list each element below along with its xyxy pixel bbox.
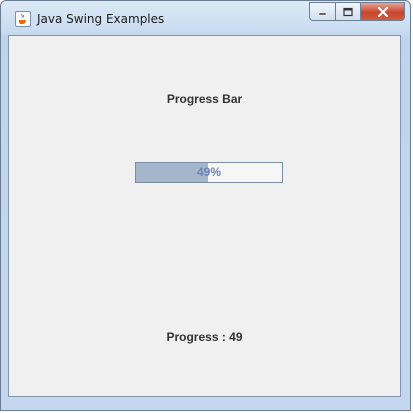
window-controls bbox=[309, 2, 405, 22]
window-title: Java Swing Examples bbox=[37, 12, 165, 26]
progress-text: 49% bbox=[196, 165, 222, 179]
content-pane: Progress Bar 49% Progress : 49 bbox=[8, 35, 401, 397]
close-button[interactable] bbox=[361, 2, 405, 21]
close-icon bbox=[377, 6, 388, 17]
status-label: Progress : 49 bbox=[166, 330, 243, 344]
java-app-icon[interactable] bbox=[15, 11, 31, 27]
maximize-button[interactable] bbox=[335, 2, 361, 21]
progress-bar: 49% bbox=[135, 162, 283, 183]
maximize-icon bbox=[343, 7, 353, 16]
title-bar[interactable]: Java Swing Examples bbox=[1, 1, 410, 35]
minimize-button[interactable] bbox=[309, 2, 335, 21]
heading-label: Progress Bar bbox=[166, 92, 243, 106]
minimize-icon bbox=[318, 12, 326, 15]
app-window: Java Swing Examples Progress Bar 49% Pro… bbox=[0, 0, 411, 411]
